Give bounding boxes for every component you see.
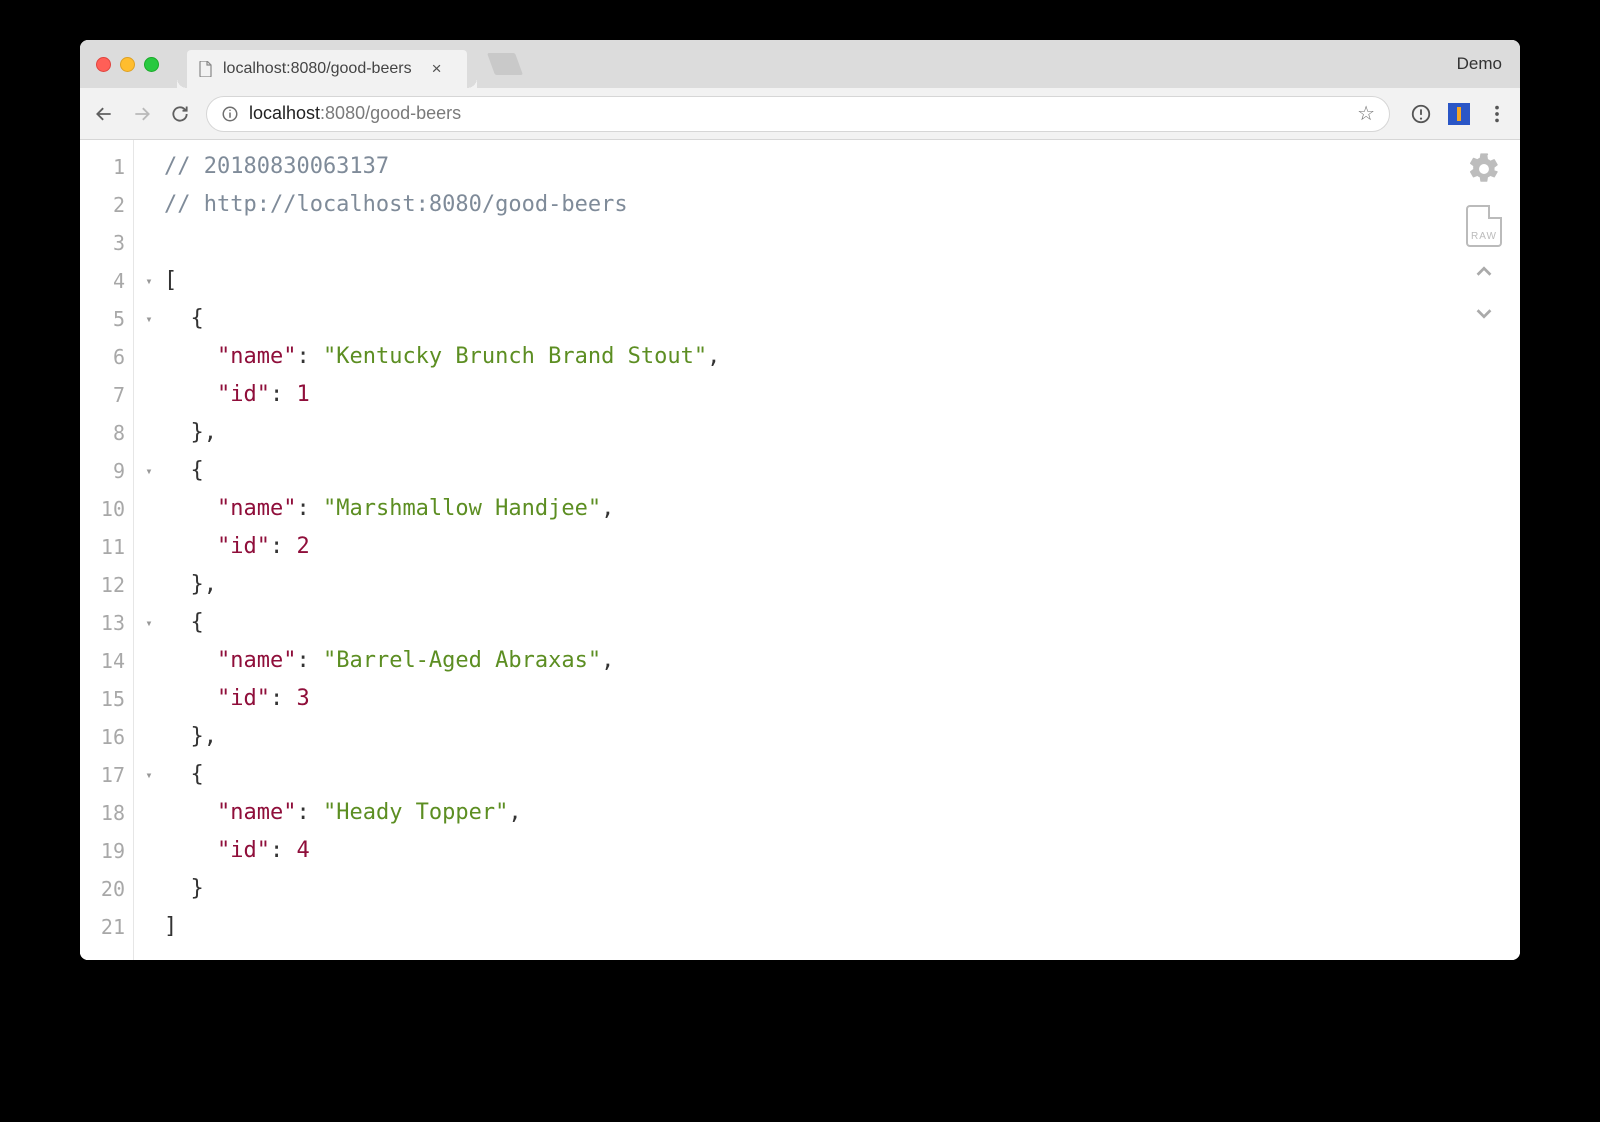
- menu-icon[interactable]: [1486, 103, 1508, 125]
- fold-spacer: [134, 224, 164, 262]
- line-number: 20: [80, 870, 133, 908]
- toolbar: localhost:8080/good-beers ☆: [80, 88, 1520, 140]
- code-line: },: [164, 414, 1520, 452]
- gear-icon[interactable]: [1467, 152, 1501, 191]
- code-line: "name": "Heady Topper",: [164, 794, 1520, 832]
- raw-label: RAW: [1471, 231, 1497, 242]
- code-line: // 20180830063137: [164, 148, 1520, 186]
- code-line: {: [164, 452, 1520, 490]
- line-number: 12: [80, 566, 133, 604]
- fold-toggle-icon[interactable]: ▾: [134, 452, 164, 490]
- fold-spacer: [134, 528, 164, 566]
- code-content[interactable]: // 20180830063137// http://localhost:808…: [164, 140, 1520, 960]
- line-number-gutter: 123456789101112131415161718192021: [80, 140, 134, 960]
- fold-gutter: ▾▾▾▾▾: [134, 140, 164, 960]
- fold-spacer: [134, 794, 164, 832]
- chevron-up-icon[interactable]: [1473, 261, 1495, 288]
- line-number: 9: [80, 452, 133, 490]
- new-tab-button[interactable]: [487, 53, 523, 75]
- fold-toggle-icon[interactable]: ▾: [134, 300, 164, 338]
- fold-toggle-icon[interactable]: ▾: [134, 262, 164, 300]
- code-line: {: [164, 756, 1520, 794]
- code-line: },: [164, 566, 1520, 604]
- code-line: [: [164, 262, 1520, 300]
- close-tab-icon[interactable]: ×: [432, 59, 442, 79]
- line-number: 21: [80, 908, 133, 946]
- line-number: 18: [80, 794, 133, 832]
- fold-spacer: [134, 566, 164, 604]
- file-icon: [199, 61, 213, 77]
- fold-spacer: [134, 338, 164, 376]
- line-number: 2: [80, 186, 133, 224]
- line-number: 10: [80, 490, 133, 528]
- fold-spacer: [134, 870, 164, 908]
- fold-spacer: [134, 414, 164, 452]
- browser-tab[interactable]: localhost:8080/good-beers ×: [187, 50, 467, 88]
- line-number: 4: [80, 262, 133, 300]
- line-number: 16: [80, 718, 133, 756]
- line-number: 15: [80, 680, 133, 718]
- line-number: 19: [80, 832, 133, 870]
- line-number: 8: [80, 414, 133, 452]
- raw-toggle-button[interactable]: RAW: [1466, 205, 1502, 247]
- reload-button[interactable]: [168, 102, 192, 126]
- fold-spacer: [134, 376, 164, 414]
- maximize-window-button[interactable]: [144, 57, 159, 72]
- code-line: "name": "Barrel-Aged Abraxas",: [164, 642, 1520, 680]
- fold-spacer: [134, 148, 164, 186]
- toolbar-actions: [1404, 103, 1508, 125]
- tab-title: localhost:8080/good-beers: [223, 60, 412, 78]
- profile-label[interactable]: Demo: [1457, 54, 1502, 74]
- url-text: localhost:8080/good-beers: [249, 103, 461, 124]
- fold-toggle-icon[interactable]: ▾: [134, 756, 164, 794]
- code-line: ]: [164, 908, 1520, 946]
- fold-spacer: [134, 908, 164, 946]
- page-viewport: 123456789101112131415161718192021 ▾▾▾▾▾ …: [80, 140, 1520, 960]
- line-number: 7: [80, 376, 133, 414]
- bookmark-star-icon[interactable]: ☆: [1357, 101, 1375, 126]
- code-line: "id": 4: [164, 832, 1520, 870]
- line-number: 14: [80, 642, 133, 680]
- line-number: 5: [80, 300, 133, 338]
- tab-bar: localhost:8080/good-beers × Demo: [80, 40, 1520, 88]
- line-number: 11: [80, 528, 133, 566]
- json-viewer-tools: RAW: [1466, 152, 1502, 329]
- url-host: localhost: [249, 103, 320, 123]
- code-line: "id": 3: [164, 680, 1520, 718]
- code-line: "id": 2: [164, 528, 1520, 566]
- code-line: "name": "Kentucky Brunch Brand Stout",: [164, 338, 1520, 376]
- fold-toggle-icon[interactable]: ▾: [134, 604, 164, 642]
- code-line: "id": 1: [164, 376, 1520, 414]
- minimize-window-button[interactable]: [120, 57, 135, 72]
- line-number: 1: [80, 148, 133, 186]
- alert-icon[interactable]: [1410, 103, 1432, 125]
- address-bar[interactable]: localhost:8080/good-beers ☆: [206, 96, 1390, 132]
- line-number: 3: [80, 224, 133, 262]
- forward-button[interactable]: [130, 102, 154, 126]
- fold-spacer: [134, 718, 164, 756]
- fold-spacer: [134, 490, 164, 528]
- line-number: 6: [80, 338, 133, 376]
- close-window-button[interactable]: [96, 57, 111, 72]
- back-button[interactable]: [92, 102, 116, 126]
- site-info-icon[interactable]: [221, 105, 239, 123]
- browser-window: localhost:8080/good-beers × Demo localho…: [80, 40, 1520, 960]
- window-controls: [80, 57, 159, 72]
- fold-spacer: [134, 642, 164, 680]
- fold-spacer: [134, 680, 164, 718]
- code-line: },: [164, 718, 1520, 756]
- chevron-down-icon[interactable]: [1473, 302, 1495, 329]
- code-line: "name": "Marshmallow Handjee",: [164, 490, 1520, 528]
- code-line: // http://localhost:8080/good-beers: [164, 186, 1520, 224]
- url-path: :8080/good-beers: [320, 103, 461, 123]
- fold-spacer: [134, 186, 164, 224]
- code-line: [164, 224, 1520, 262]
- extension-icon[interactable]: [1448, 103, 1470, 125]
- code-line: {: [164, 300, 1520, 338]
- code-line: }: [164, 870, 1520, 908]
- code-line: {: [164, 604, 1520, 642]
- line-number: 13: [80, 604, 133, 642]
- line-number: 17: [80, 756, 133, 794]
- fold-spacer: [134, 832, 164, 870]
